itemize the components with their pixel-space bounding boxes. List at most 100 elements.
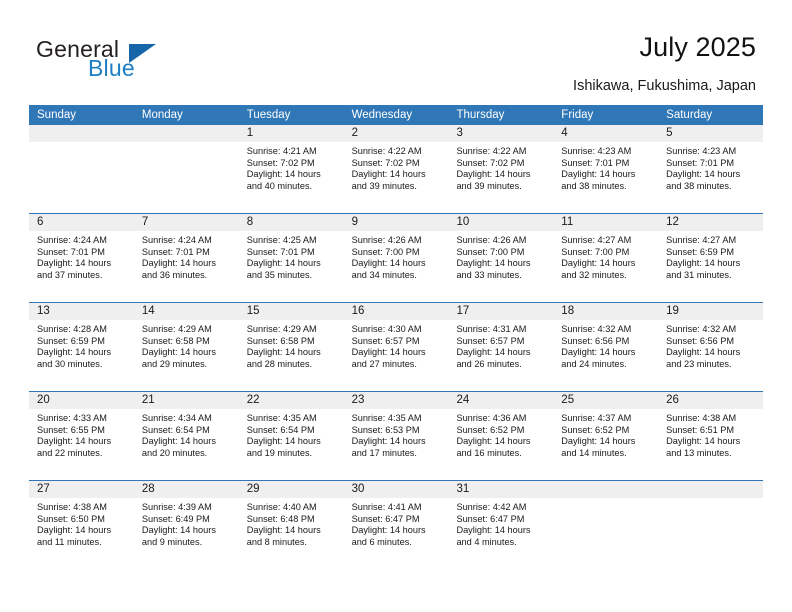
calendar-day-cell[interactable]: 12 Sunrise: 4:27 AM Sunset: 6:59 PM Dayligh…: [658, 214, 764, 302]
day-number: 11: [553, 214, 659, 231]
day-sun-info: Sunrise: 4:39 AM Sunset: 6:49 PM Daylight:…: [134, 498, 239, 548]
calendar-day-cell[interactable]: 17 Sunrise: 4:31 AM Sunset: 6:57 PM Dayligh…: [448, 303, 554, 391]
calendar-day-cell[interactable]: 30 Sunrise: 4:41 AM Sunset: 6:47 PM Dayligh…: [343, 481, 449, 569]
calendar-day-cell[interactable]: 11 Sunrise: 4:27 AM Sunset: 7:00 PM Dayligh…: [553, 214, 659, 302]
day-info-line: Sunset: 6:51 PM: [666, 424, 735, 435]
day-info-line: Sunset: 7:01 PM: [37, 246, 105, 257]
calendar-day-cell[interactable]: 18 Sunrise: 4:32 AM Sunset: 6:56 PM Dayligh…: [553, 303, 659, 391]
day-info-line: Sunrise: 4:37 AM: [561, 413, 632, 423]
brand-logo: General Blue: [36, 36, 236, 86]
calendar-day-cell[interactable]: 2 Sunrise: 4:22 AM Sunset: 7:02 PM Daylight…: [343, 125, 449, 213]
calendar-day-cell[interactable]: 14 Sunrise: 4:29 AM Sunset: 6:58 PM Dayligh…: [133, 303, 239, 391]
day-info-line: Sunset: 6:47 PM: [351, 513, 420, 524]
day-info-line: Sunset: 7:02 PM: [456, 157, 525, 168]
day-info-line: Sunrise: 4:32 AM: [666, 324, 737, 334]
day-sun-info: Sunrise: 4:23 AM Sunset: 7:01 PM Daylight:…: [658, 142, 763, 192]
calendar-day-cell[interactable]: 7 Sunrise: 4:24 AM Sunset: 7:01 PM Daylight…: [133, 214, 239, 302]
day-info-line: Sunrise: 4:29 AM: [246, 324, 317, 334]
day-info-line: and 29 minutes.: [141, 358, 208, 369]
calendar-day-cell[interactable]: 25 Sunrise: 4:37 AM Sunset: 6:52 PM Dayligh…: [553, 392, 659, 480]
day-info-line: Sunrise: 4:30 AM: [351, 324, 422, 334]
day-number: 4: [553, 125, 659, 142]
day-info-line: Daylight: 14 hours: [561, 436, 636, 447]
calendar-day-cell[interactable]: 13 Sunrise: 4:28 AM Sunset: 6:59 PM Dayligh…: [29, 303, 134, 391]
day-info-line: Daylight: 14 hours: [246, 436, 321, 447]
calendar-day-cell[interactable]: 5 Sunrise: 4:23 AM Sunset: 7:01 PM Daylight…: [658, 125, 764, 213]
day-info-line: Daylight: 14 hours: [666, 347, 741, 358]
day-info-line: Sunrise: 4:36 AM: [456, 413, 527, 423]
calendar-day-cell[interactable]: 23 Sunrise: 4:35 AM Sunset: 6:53 PM Dayligh…: [343, 392, 449, 480]
day-info-line: Daylight: 14 hours: [456, 347, 531, 358]
day-info-line: and 22 minutes.: [37, 447, 103, 458]
day-info-line: Daylight: 14 hours: [141, 525, 216, 536]
calendar-day-cell[interactable]: 22 Sunrise: 4:35 AM Sunset: 6:54 PM Dayligh…: [238, 392, 344, 480]
day-number: 23: [343, 392, 449, 409]
day-info-line: Daylight: 14 hours: [141, 347, 216, 358]
day-sun-info: Sunrise: 4:40 AM Sunset: 6:48 PM Daylight:…: [239, 498, 344, 548]
calendar-day-cell[interactable]: 24 Sunrise: 4:36 AM Sunset: 6:52 PM Dayligh…: [448, 392, 554, 480]
calendar-day-cell[interactable]: 27 Sunrise: 4:38 AM Sunset: 6:50 PM Dayligh…: [29, 481, 134, 569]
weekday-header-friday: Friday: [561, 109, 594, 121]
day-info-line: Sunrise: 4:24 AM: [37, 235, 107, 245]
day-info-line: Daylight: 14 hours: [561, 347, 636, 358]
day-info-line: and 34 minutes.: [351, 269, 417, 280]
day-sun-info: Sunrise: 4:21 AM Sunset: 7:02 PM Daylight:…: [239, 142, 344, 192]
calendar-grid: Sunday Monday Tuesday Wednesday Thursday Frid…: [29, 105, 764, 569]
calendar-week-row: 27 Sunrise: 4:38 AM Sunset: 6:50 PM Dayligh…: [29, 480, 764, 569]
day-info-line: and 38 minutes.: [561, 180, 627, 191]
calendar-day-cell[interactable]: 19 Sunrise: 4:32 AM Sunset: 6:56 PM Dayligh…: [658, 303, 764, 391]
day-number: 3: [448, 125, 554, 142]
day-info-line: Sunset: 6:53 PM: [351, 424, 420, 435]
day-info-line: and 20 minutes.: [141, 447, 208, 458]
calendar-day-cell[interactable]: 29 Sunrise: 4:40 AM Sunset: 6:48 PM Dayligh…: [238, 481, 344, 569]
day-info-line: Sunset: 6:52 PM: [456, 424, 525, 435]
day-info-line: and 9 minutes.: [141, 536, 203, 547]
calendar-day-cell[interactable]: 20 Sunrise: 4:33 AM Sunset: 6:55 PM Dayligh…: [29, 392, 134, 480]
day-sun-info: Sunrise: 4:24 AM Sunset: 7:01 PM Daylight:…: [29, 231, 134, 281]
day-info-line: Sunset: 6:57 PM: [456, 335, 525, 346]
day-info-line: and 36 minutes.: [141, 269, 208, 280]
calendar-day-cell[interactable]: 6 Sunrise: 4:24 AM Sunset: 7:01 PM Daylight…: [29, 214, 134, 302]
calendar-day-cell[interactable]: 4 Sunrise: 4:23 AM Sunset: 7:01 PM Daylight…: [553, 125, 659, 213]
day-info-line: Sunset: 7:01 PM: [561, 157, 630, 168]
day-info-line: Sunset: 7:00 PM: [456, 246, 525, 257]
day-sun-info: Sunrise: 4:23 AM Sunset: 7:01 PM Daylight:…: [553, 142, 658, 192]
day-info-line: Sunset: 6:54 PM: [246, 424, 315, 435]
day-info-line: and 17 minutes.: [351, 447, 417, 458]
day-info-line: Daylight: 14 hours: [666, 258, 741, 269]
calendar-day-cell[interactable]: 10 Sunrise: 4:26 AM Sunset: 7:00 PM Dayligh…: [448, 214, 554, 302]
calendar-day-cell[interactable]: 31 Sunrise: 4:42 AM Sunset: 6:47 PM Dayligh…: [448, 481, 554, 569]
weekday-header-sunday: Sunday: [37, 109, 77, 121]
day-info-line: Daylight: 14 hours: [246, 258, 321, 269]
day-info-line: Sunrise: 4:27 AM: [666, 235, 737, 245]
calendar-day-cell[interactable]: 3 Sunrise: 4:22 AM Sunset: 7:02 PM Daylight…: [448, 125, 554, 213]
day-info-line: and 11 minutes.: [37, 536, 102, 547]
calendar-day-cell[interactable]: 16 Sunrise: 4:30 AM Sunset: 6:57 PM Dayligh…: [343, 303, 449, 391]
day-info-line: Daylight: 14 hours: [456, 258, 531, 269]
day-number: 14: [133, 303, 239, 320]
day-info-line: and 6 minutes.: [351, 536, 412, 547]
day-info-line: Sunset: 6:54 PM: [141, 424, 210, 435]
day-info-line: Sunset: 6:59 PM: [37, 335, 105, 346]
calendar-day-cell[interactable]: 28 Sunrise: 4:39 AM Sunset: 6:49 PM Dayligh…: [133, 481, 239, 569]
day-info-line: and 27 minutes.: [351, 358, 417, 369]
weekday-header-tuesday: Tuesday: [246, 109, 291, 121]
day-info-line: Daylight: 14 hours: [37, 525, 112, 536]
day-sun-info: Sunrise: 4:34 AM Sunset: 6:54 PM Daylight:…: [134, 409, 239, 459]
calendar-day-cell[interactable]: 26 Sunrise: 4:38 AM Sunset: 6:51 PM Dayligh…: [658, 392, 764, 480]
day-number: 2: [343, 125, 449, 142]
day-info-line: Daylight: 14 hours: [561, 169, 636, 180]
day-number: 24: [448, 392, 554, 409]
day-info-line: Daylight: 14 hours: [246, 169, 321, 180]
day-info-line: Sunset: 7:01 PM: [666, 157, 735, 168]
calendar-day-cell[interactable]: 9 Sunrise: 4:26 AM Sunset: 7:00 PM Daylight…: [343, 214, 449, 302]
day-sun-info: Sunrise: 4:38 AM Sunset: 6:50 PM Daylight:…: [29, 498, 134, 548]
calendar-day-cell[interactable]: 21 Sunrise: 4:34 AM Sunset: 6:54 PM Dayligh…: [133, 392, 239, 480]
calendar-day-cell[interactable]: 8 Sunrise: 4:25 AM Sunset: 7:01 PM Daylight…: [238, 214, 344, 302]
day-info-line: Sunrise: 4:42 AM: [456, 502, 527, 512]
day-number: 8: [238, 214, 344, 231]
calendar-day-cell[interactable]: 1 Sunrise: 4:21 AM Sunset: 7:02 PM Daylight…: [238, 125, 344, 213]
day-number: 7: [133, 214, 239, 231]
day-number: 25: [553, 392, 659, 409]
calendar-day-cell[interactable]: 15 Sunrise: 4:29 AM Sunset: 6:58 PM Dayligh…: [238, 303, 344, 391]
